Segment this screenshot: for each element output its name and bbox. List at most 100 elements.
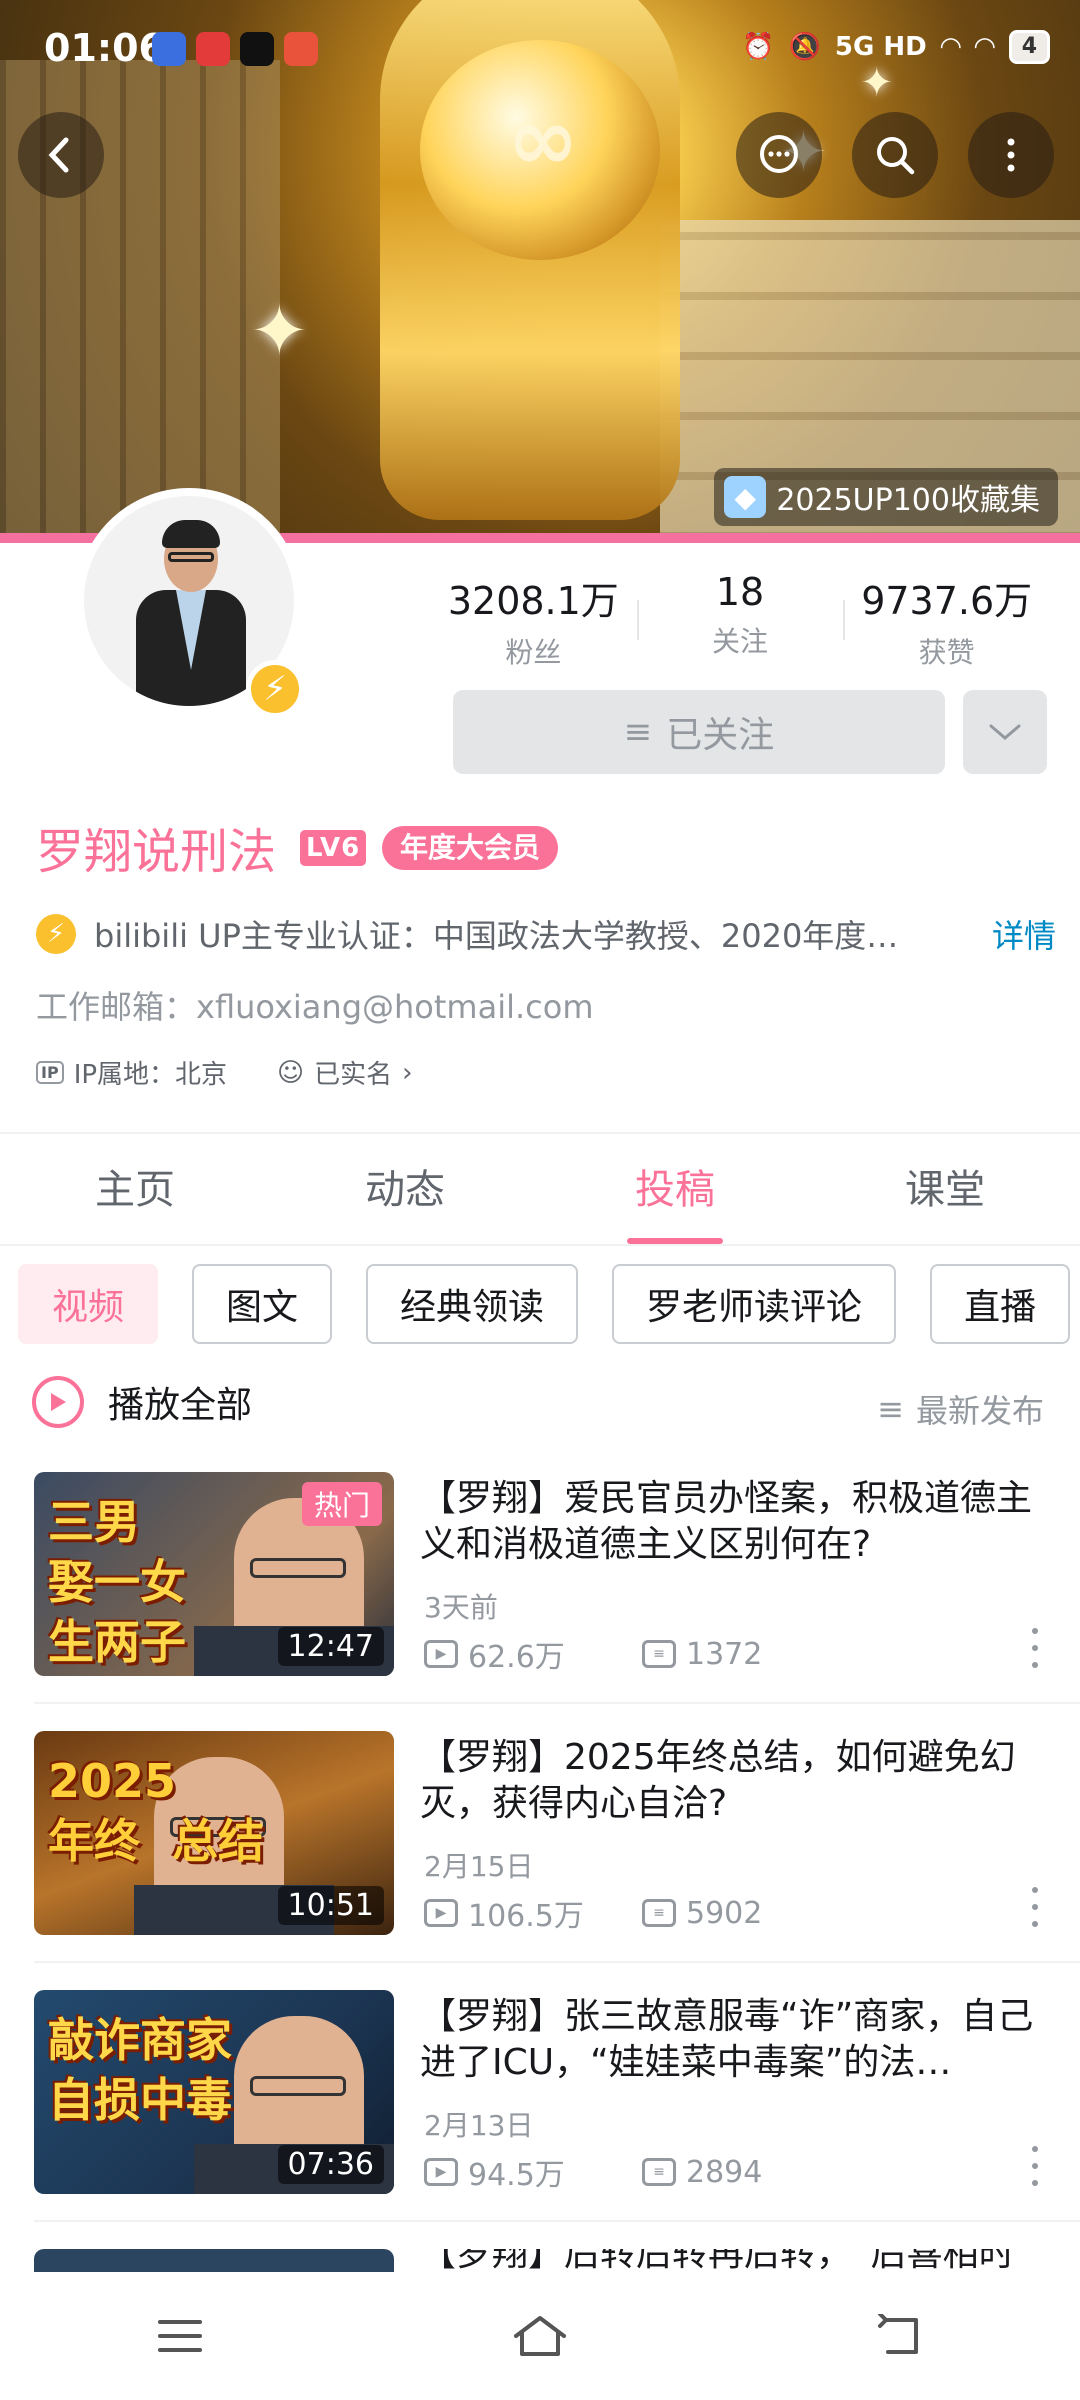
video-duration: 07:36: [277, 2145, 384, 2184]
video-date: 2月13日: [424, 2109, 534, 2142]
view-count: 62.6万: [468, 1640, 565, 1675]
stat-label: 获赞: [918, 636, 975, 669]
video-item[interactable]: 敲诈商家 自损中毒 07:36 【罗翔】张三故意服毒“诈”商家，自己进了ICU，…: [34, 1990, 1054, 2194]
system-nav-bar: [0, 2272, 1080, 2400]
follow-dropdown-button[interactable]: [963, 690, 1047, 774]
chat-bubble-icon: [760, 135, 798, 173]
stat-value: 3208.1万: [447, 579, 619, 623]
stat-following[interactable]: 18 关注: [636, 570, 844, 671]
stat-label: 粉丝: [505, 636, 562, 669]
list-divider: [34, 1961, 1080, 1963]
stat-fans[interactable]: 3208.1万 粉丝: [430, 570, 637, 671]
level-badge: LV6: [300, 830, 367, 866]
status-right: ⏰ 🔕 5G HD ◠ ◠ 4: [742, 30, 1050, 64]
hot-badge: 热门: [301, 1482, 382, 1526]
back-nav-icon: [878, 2314, 918, 2354]
detail-link[interactable]: 详情: [992, 911, 1056, 957]
recent-apps-button[interactable]: [140, 2296, 220, 2376]
search-icon: [877, 137, 915, 175]
alarm-icon: ⏰: [742, 32, 775, 62]
chip-live[interactable]: 直播: [930, 1264, 1071, 1344]
notification-icons: [152, 32, 318, 66]
video-more-button[interactable]: [1020, 1628, 1050, 1668]
diamond-icon: ◆: [724, 476, 767, 518]
back-button[interactable]: [18, 112, 104, 198]
thumbnail-text: 敲诈商家 自损中毒: [48, 2013, 232, 2127]
thumbnail-text: 2025 年终 总结: [48, 1754, 265, 1868]
work-email: 工作邮箱：xfluoxiang@hotmail.com: [36, 988, 594, 1026]
collection-label: 2025UP100收藏集: [776, 483, 1040, 518]
kebab-icon: [1007, 138, 1015, 172]
video-thumbnail: 2025 年终 总结 10:51: [34, 1731, 394, 1935]
play-count-icon: ▶: [424, 1640, 458, 1668]
status-bar: 01:06 ⏰ 🔕 5G HD ◠ ◠ 4: [0, 0, 1080, 100]
view-count: 94.5万: [468, 2158, 565, 2193]
message-button[interactable]: [736, 112, 822, 198]
ip-icon: IP: [36, 1061, 64, 1084]
stat-value: 9737.6万: [861, 579, 1033, 623]
view-count: 106.5万: [468, 1899, 584, 1934]
chip-comments-reading[interactable]: 罗老师读评论: [612, 1264, 897, 1344]
play-icon: [32, 1376, 84, 1428]
play-all-button[interactable]: 播放全部: [32, 1376, 252, 1428]
vip-badge: 年度大会员: [382, 826, 559, 870]
video-title: 【罗翔】爱民官员办怪案，积极道德主义和消极道德主义区别何在?: [420, 1478, 1033, 1565]
play-all-label: 播放全部: [108, 1385, 253, 1426]
video-more-button[interactable]: [1020, 1887, 1050, 1927]
chip-video[interactable]: 视频: [18, 1264, 159, 1344]
tab-home[interactable]: 主页: [0, 1134, 270, 1244]
video-duration: 10:51: [277, 1886, 384, 1925]
profile-tabs: 主页 动态 投稿 课堂: [0, 1134, 1080, 1246]
comment-count: 2894: [686, 2154, 763, 2190]
xiaohongshu-icon: [196, 32, 230, 66]
category-chips: 视频 图文 经典领读 罗老师读评论 直播: [18, 1264, 1080, 1344]
more-options-button[interactable]: [968, 112, 1054, 198]
weibo-icon: [284, 32, 318, 66]
video-date: 3天前: [424, 1591, 498, 1624]
home-button[interactable]: [500, 2296, 580, 2376]
danmaku-icon: ≡: [642, 1899, 676, 1927]
certification-text: bilibili UP主专业认证：中国政法大学教授、2020年度…: [94, 917, 899, 955]
video-item[interactable]: 【罗翔】后转后转再后转，“后喜相时: [34, 2249, 1054, 2272]
chip-classic-reading[interactable]: 经典领读: [366, 1264, 579, 1344]
chip-article[interactable]: 图文: [192, 1264, 333, 1344]
wifi-icon: ◠: [974, 32, 995, 62]
user-name: 罗翔说刑法: [36, 824, 277, 880]
video-title: 【罗翔】2025年终总结，如何避免幻灭，获得内心自洽?: [420, 1737, 1016, 1824]
video-duration: 12:47: [277, 1627, 384, 1666]
home-icon: [514, 2316, 566, 2356]
collection-badge[interactable]: ◆ 2025UP100收藏集: [714, 468, 1058, 526]
profile-stats: 3208.1万 粉丝 18 关注 9737.6万 获赞: [430, 570, 1050, 671]
list-divider: [34, 2220, 1080, 2222]
battery-icon: 4: [1008, 30, 1050, 64]
verified-bolt-icon: ⚡: [36, 914, 76, 954]
play-count-icon: ▶: [424, 1899, 458, 1927]
sparkle-icon: ✦: [250, 290, 309, 372]
search-button[interactable]: [852, 112, 938, 198]
followed-button[interactable]: ≡ 已关注: [453, 690, 945, 774]
video-item[interactable]: 2025 年终 总结 10:51 【罗翔】2025年终总结，如何避免幻灭，获得内…: [34, 1731, 1054, 1935]
video-thumbnail: 三男 娶一女 生两子 热门 12:47: [34, 1472, 394, 1676]
sort-button[interactable]: ≡ 最新发布: [877, 1386, 1044, 1432]
danmaku-icon: ≡: [642, 1640, 676, 1668]
back-nav-button[interactable]: [860, 2296, 940, 2376]
tab-classroom[interactable]: 课堂: [810, 1134, 1080, 1244]
tab-dynamics[interactable]: 动态: [270, 1134, 540, 1244]
verified-bolt-icon: ⚡: [246, 660, 304, 718]
menu-icon: [158, 2320, 202, 2352]
real-name-icon: ☺: [277, 1057, 305, 1088]
video-stats: ▶ 106.5万 ≡ 5902: [424, 1891, 860, 1935]
thumbnail-text: 三男 娶一女 生两子: [48, 1495, 186, 1669]
status-time: 01:06: [44, 26, 165, 70]
stat-likes[interactable]: 9737.6万 获赞: [843, 570, 1050, 671]
video-more-button[interactable]: [1020, 2146, 1050, 2186]
banner-logo-icon: ∞: [507, 90, 579, 190]
menu-lines-icon: ≡: [623, 712, 653, 752]
tab-uploads[interactable]: 投稿: [540, 1134, 810, 1244]
baidu-icon: [152, 32, 186, 66]
sort-label: 最新发布: [915, 1392, 1044, 1430]
video-thumbnail: 敲诈商家 自损中毒 07:36: [34, 1990, 394, 2194]
video-thumbnail: [34, 2249, 394, 2272]
real-name-status[interactable]: 已实名: [314, 1054, 392, 1091]
video-item[interactable]: 三男 娶一女 生两子 热门 12:47 【罗翔】爱民官员办怪案，积极道德主义和消…: [34, 1472, 1054, 1676]
